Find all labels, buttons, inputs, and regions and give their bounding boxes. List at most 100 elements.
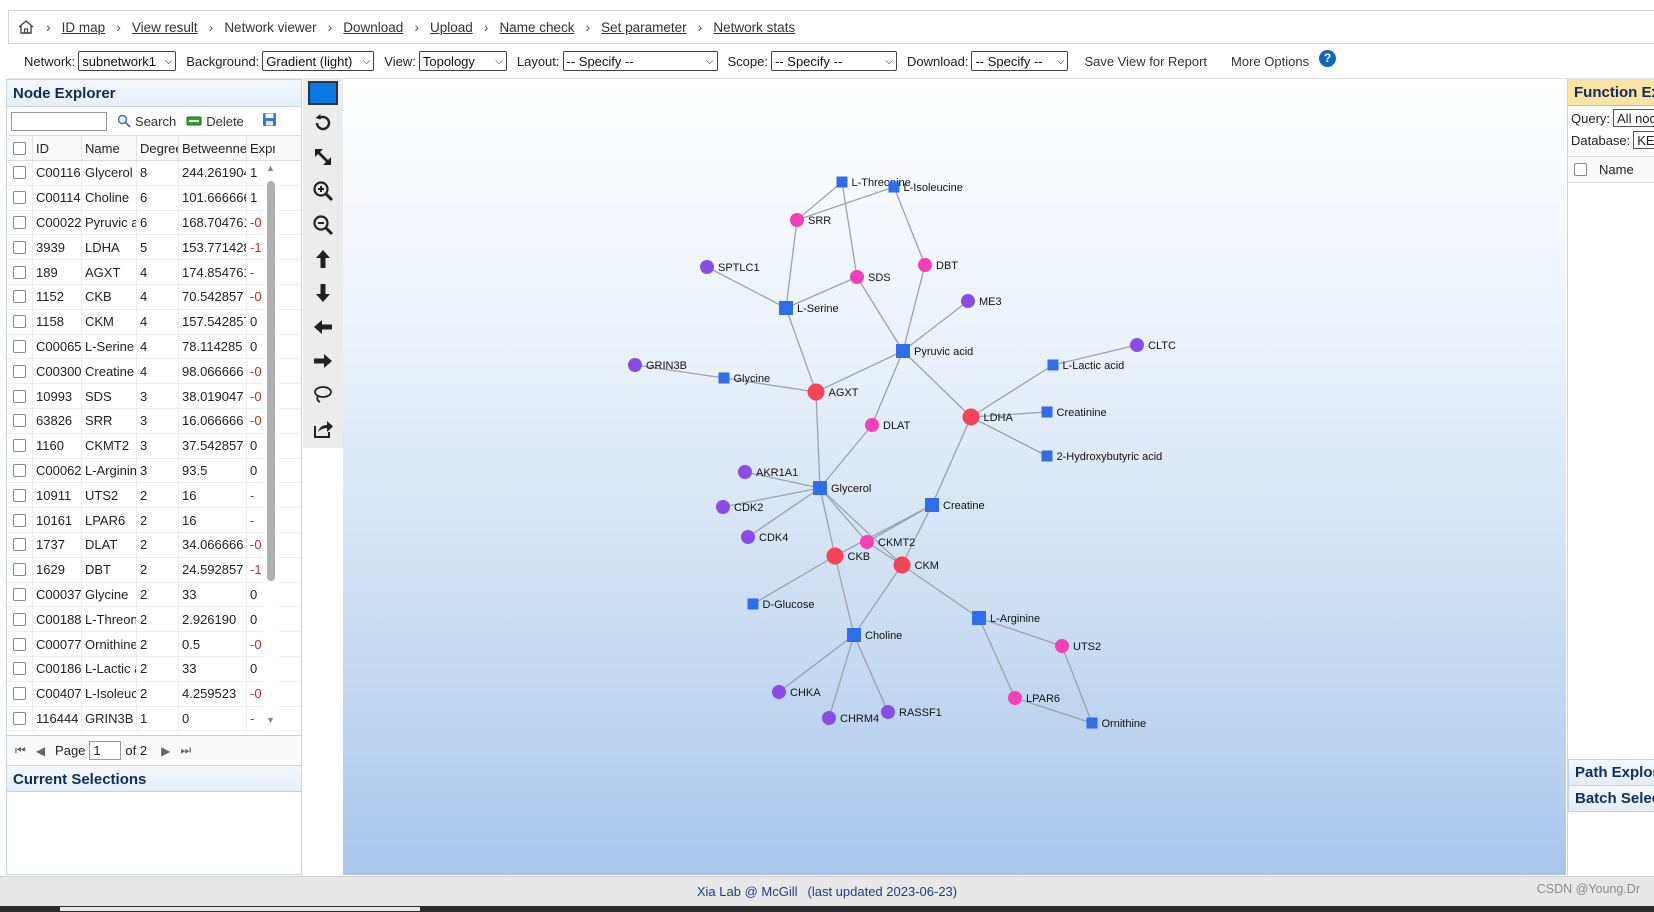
table-row[interactable]: C00407L-Isoleucine24.259523-0 <box>7 681 301 707</box>
network-node-shape[interactable] <box>741 530 755 544</box>
network-node-shape[interactable] <box>972 611 986 625</box>
breadcrumb-set-parameter[interactable]: Set parameter <box>601 20 687 35</box>
network-node-shape[interactable] <box>747 598 759 610</box>
lasso-icon[interactable] <box>307 379 339 411</box>
network-node-glc[interactable]: D-Glucose <box>747 598 815 612</box>
row-checkbox[interactable] <box>7 384 33 408</box>
pan-up-icon[interactable] <box>307 243 339 275</box>
breadcrumb-view-result[interactable]: View result <box>132 20 198 35</box>
next-page-icon[interactable]: ▶ <box>161 744 170 758</box>
table-row[interactable]: C00077 Ornithine 2 0.5 -0 <box>7 632 301 657</box>
network-node-chka[interactable]: CHKA <box>772 685 821 699</box>
last-page-icon[interactable]: ⏭ <box>180 743 191 758</box>
table-row[interactable]: C00037 Glycine 2 33 0 <box>7 582 301 608</box>
network-node-shape[interactable] <box>962 408 980 426</box>
scroll-up-icon[interactable]: ▲ <box>266 163 275 173</box>
node-search-input[interactable] <box>11 111 107 131</box>
reset-icon[interactable] <box>307 107 339 139</box>
network-node-shape[interactable] <box>1047 359 1059 371</box>
pan-left-icon[interactable] <box>307 311 339 343</box>
table-row[interactable]: C00186L-Lactic acid2330 <box>7 656 301 682</box>
network-node-sds[interactable]: SDS <box>850 270 891 284</box>
row-checkbox[interactable] <box>7 508 33 532</box>
network-node-rassf1[interactable]: RASSF1 <box>881 705 942 719</box>
network-node-ser[interactable]: L-Serine <box>779 301 839 315</box>
network-node-lac[interactable]: L-Lactic acid <box>1047 359 1125 373</box>
zoom-out-icon[interactable] <box>307 209 339 241</box>
table-row[interactable]: 189 AGXT 4 174.854761- <box>7 260 301 285</box>
pan-right-icon[interactable] <box>307 345 339 377</box>
row-checkbox[interactable] <box>7 458 33 483</box>
network-node-shape[interactable] <box>738 465 752 479</box>
network-node-shape[interactable] <box>850 270 864 284</box>
network-node-ckb[interactable]: CKB <box>826 547 871 565</box>
row-checkbox[interactable] <box>7 408 33 433</box>
table-row[interactable]: C00188L-Threonine22.9261900 <box>7 607 301 633</box>
row-checkbox[interactable] <box>7 433 33 458</box>
table-row[interactable]: C00062L-Arginine393.50 <box>7 458 301 484</box>
network-select[interactable]: subnetwork1 ⌵ <box>78 51 177 71</box>
network-node-shape[interactable] <box>1055 639 1069 653</box>
network-node-shape[interactable] <box>790 213 804 227</box>
network-node-dbt[interactable]: DBT <box>918 258 958 272</box>
network-node-shape[interactable] <box>1086 717 1098 729</box>
table-row[interactable]: C00114 Choline 6 101.666666 1 <box>7 185 301 211</box>
network-node-ckmt2[interactable]: CKMT2 <box>860 535 915 549</box>
network-node-shape[interactable] <box>836 176 848 188</box>
table-row[interactable]: C00300 Creatine 4 98.066666 -0 <box>7 359 301 385</box>
network-node-uts2[interactable]: UTS2 <box>1055 639 1101 653</box>
select-all-checkbox[interactable] <box>7 136 33 160</box>
network-node-srr[interactable]: SRR <box>790 213 831 227</box>
network-node-glyc[interactable]: Glycerol <box>813 481 871 495</box>
table-row[interactable]: 116444 GRIN3B 1 0- <box>7 706 301 732</box>
network-node-shape[interactable] <box>807 383 825 401</box>
table-row[interactable]: C00116 Glycerol 8 244.261904 1 <box>7 161 301 186</box>
row-checkbox[interactable] <box>7 632 33 656</box>
current-selections-title[interactable]: Current Selections <box>7 765 301 792</box>
breadcrumb-download[interactable]: Download <box>343 20 403 35</box>
row-checkbox[interactable] <box>7 284 33 309</box>
table-row[interactable]: 1158 CKM 4 157.542857 0 <box>7 309 301 335</box>
row-checkbox[interactable] <box>7 483 33 508</box>
row-checkbox[interactable] <box>7 185 33 210</box>
download-select[interactable]: -- Specify -- ⌵ <box>971 51 1069 71</box>
row-checkbox[interactable] <box>7 656 33 681</box>
row-checkbox[interactable] <box>7 260 33 284</box>
network-node-shape[interactable] <box>860 535 874 549</box>
column-header-expr[interactable]: Expr. <box>247 136 275 160</box>
table-row[interactable]: 10911 UTS2 2 16- <box>7 483 301 509</box>
footer-lab-link[interactable]: Xia Lab @ McGill <box>697 884 798 899</box>
expand-icon[interactable] <box>307 141 339 173</box>
row-checkbox[interactable] <box>7 161 33 185</box>
table-row[interactable]: 1629 DBT 2 24.592857 -1 <box>7 557 301 583</box>
table-row[interactable]: 3939 LDHA 5 153.771428 -1 <box>7 235 301 261</box>
pan-down-icon[interactable] <box>307 277 339 309</box>
first-page-icon[interactable]: ⏮ <box>15 743 26 758</box>
row-checkbox[interactable] <box>7 210 33 235</box>
network-node-shape[interactable] <box>961 294 975 308</box>
network-node-shape[interactable] <box>893 556 911 574</box>
network-node-cdk2[interactable]: CDK2 <box>716 500 763 514</box>
table-row[interactable]: 1737 DLAT 2 34.066666 -0 <box>7 532 301 558</box>
network-node-shape[interactable] <box>779 301 793 315</box>
save-view-button[interactable]: Save View for Report <box>1084 54 1207 69</box>
network-node-me3[interactable]: ME3 <box>961 294 1002 308</box>
row-checkbox[interactable] <box>7 309 33 334</box>
network-node-shape[interactable] <box>700 260 714 274</box>
column-header-degree[interactable]: Degree <box>137 136 179 160</box>
network-node-shape[interactable] <box>826 547 844 565</box>
home-icon[interactable] <box>17 18 35 36</box>
delete-button[interactable]: Delete <box>186 114 244 129</box>
network-node-orn[interactable]: Ornithine <box>1086 717 1147 731</box>
row-checkbox[interactable] <box>7 334 33 359</box>
page-input[interactable]: 1 <box>89 741 122 760</box>
query-select[interactable]: All nodes <box>1613 109 1654 127</box>
layout-select[interactable]: -- Specify -- ⌵ <box>562 51 718 71</box>
network-node-shape[interactable] <box>918 258 932 272</box>
network-node-shape[interactable] <box>925 498 939 512</box>
scrollbar-thumb[interactable] <box>267 181 275 581</box>
table-scrollbar[interactable]: ▲ ▼ <box>263 161 279 735</box>
help-icon[interactable]: ? <box>1319 49 1337 67</box>
row-checkbox[interactable] <box>7 681 33 706</box>
table-row[interactable]: C00022Pyruvic acid6168.704761-0 <box>7 210 301 236</box>
